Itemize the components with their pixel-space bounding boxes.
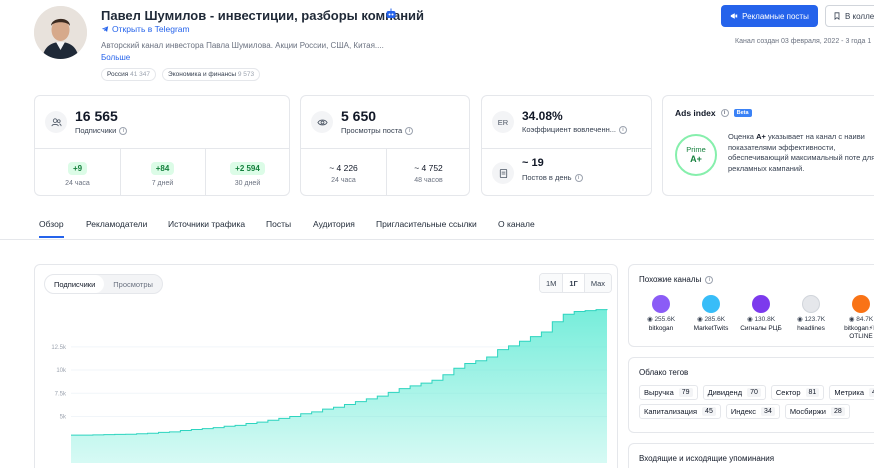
similar-channel[interactable]: ◉ 255.6K bitkogan [639, 295, 683, 341]
tab-posts[interactable]: Посты [266, 219, 291, 229]
posts-icon [492, 162, 514, 184]
ads-index-title: Ads index i Beta [675, 108, 752, 118]
beta-badge: Beta [733, 109, 752, 117]
ads-posts-button[interactable]: Рекламные посты [721, 5, 818, 27]
similar-channels-list: ◉ 255.6K bitkogan ◉ 285.6K MarketTwits ◉… [639, 295, 874, 341]
subscribers-card: 16 565 Подписчики i +9 24 часа +84 7 дней… [34, 95, 290, 196]
tab-invite-links[interactable]: Пригласительные ссылки [376, 219, 477, 229]
y-tick-label: 12.5k [51, 345, 67, 351]
posts-per-day-label: Постов в день i [522, 173, 583, 182]
channel-avatar [852, 295, 870, 313]
tab-traffic-sources[interactable]: Источники трафика [168, 219, 245, 229]
ads-index-description: Оценка A+ указывает на канал с наиви пок… [728, 132, 874, 173]
info-icon[interactable]: i [574, 173, 583, 182]
tag-item[interactable]: Индекс 34 [725, 404, 780, 419]
posts-per-day-value: ~ 19 [522, 157, 544, 169]
open-telegram-link[interactable]: Открыть в Telegram [101, 24, 190, 34]
chart-metric-toggle: Подписчики Просмотры [44, 274, 163, 294]
mentions-title: Входящие и исходящие упоминания [639, 454, 775, 463]
tag-cloud-title: Облако тегов [639, 368, 689, 377]
tag-item[interactable]: Капитализация 45 [639, 404, 721, 419]
megaphone-icon [730, 13, 738, 19]
tag-item[interactable]: Мосбиржи 28 [784, 404, 850, 419]
similar-channel[interactable]: ◉ 130.8K Сигналы РЦБ [739, 295, 783, 341]
views-label: Просмотры поста i [341, 126, 414, 135]
tag-item[interactable]: Выручка 79 [639, 385, 698, 400]
channel-avatar [652, 295, 670, 313]
tag-category[interactable]: Экономика и финансы 9 573 [162, 68, 261, 81]
info-icon[interactable]: i [405, 126, 414, 135]
views-48h: ~ 4 752 48 часов [414, 163, 443, 184]
channel-tags: Россия 41 347 Экономика и финансы 9 573 [101, 68, 261, 81]
similar-channel[interactable]: ◉ 84.7K bitkogan⚡H OTLINE [839, 295, 874, 341]
toggle-subscribers[interactable]: Подписчики [45, 275, 105, 293]
toggle-views[interactable]: Просмотры [104, 275, 162, 293]
subscribers-delta-24h: +9 24 часа [65, 162, 90, 187]
open-telegram-label: Открыть в Telegram [112, 24, 190, 34]
y-tick-label: 5k [60, 415, 67, 421]
tag-item[interactable]: Сектор 81 [770, 385, 825, 400]
tab-advertisers[interactable]: Рекламодатели [86, 219, 147, 229]
info-icon[interactable]: i [720, 109, 729, 117]
channel-avatar [802, 295, 820, 313]
tag-item[interactable]: Метрика 4 [829, 385, 874, 400]
mentions-card: Входящие и исходящие упоминания [628, 443, 874, 468]
subscribers-label: Подписчики i [75, 126, 128, 135]
channel-avatar [752, 295, 770, 313]
info-icon[interactable]: i [705, 275, 714, 284]
channel-avatar [702, 295, 720, 313]
views-24h: ~ 4 226 24 часа [329, 163, 358, 184]
channel-tabs: Обзор Рекламодатели Источники трафика По… [0, 213, 874, 240]
similar-channel[interactable]: ◉ 285.6K MarketTwits [689, 295, 733, 341]
bookmark-icon [834, 12, 840, 20]
add-to-collection-button[interactable]: В колле [825, 5, 874, 27]
subscribers-area-chart: 12.5k 10k 7.5k 5k [51, 309, 608, 463]
subscribers-chart-panel: Подписчики Просмотры 1M 1Г Max 12.5k 10k 7… [34, 264, 618, 468]
similar-channels-title: Похожие каналы i [639, 275, 714, 284]
views-card: 5 650 Просмотры поста i ~ 4 226 24 часа ~… [300, 95, 470, 196]
bot-icon [386, 8, 396, 18]
tab-overview[interactable]: Обзор [39, 219, 64, 238]
subscribers-delta-7d: +84 7 дней [150, 162, 175, 187]
eye-icon [311, 111, 333, 133]
info-icon[interactable]: i [119, 126, 128, 135]
range-max[interactable]: Max [583, 274, 611, 292]
chart-range-selector: 1M 1Г Max [538, 273, 612, 293]
tag-cloud-card: Облако тегов Выручка 79 Дивиденд 70 Сектор… [628, 357, 874, 433]
tab-audience[interactable]: Аудитория [313, 219, 355, 229]
range-1m[interactable]: 1M [539, 274, 563, 292]
similar-channel[interactable]: ◉ 123.7K headlines [789, 295, 833, 341]
info-icon[interactable]: i [619, 125, 628, 134]
er-value: 34.08% [522, 109, 563, 123]
er-label: Коэффициент вовлеченн... i [522, 125, 628, 134]
channel-created-date: Канал создан 03 февраля, 2022 - 3 года 1 [735, 38, 872, 45]
subscribers-count: 16 565 [75, 108, 118, 124]
er-card: ER 34.08% Коэффициент вовлеченн... i ~ 19… [481, 95, 652, 196]
channel-title: Павел Шумилов - инвестиции, разборы комп… [101, 8, 425, 23]
similar-channels-card: Похожие каналы i ◉ 255.6K bitkogan ◉ 285.… [628, 264, 874, 347]
tag-cloud-list: Выручка 79 Дивиденд 70 Сектор 81 Метрика 4 К… [639, 385, 874, 419]
users-icon [45, 111, 67, 133]
y-tick-label: 10k [56, 368, 67, 374]
range-1y[interactable]: 1Г [562, 274, 584, 292]
more-link[interactable]: Больше [101, 53, 130, 62]
tab-about[interactable]: О канале [498, 219, 535, 229]
subscribers-delta-30d: +2 594 30 дней [205, 158, 290, 187]
channel-avatar[interactable] [34, 6, 87, 59]
channel-header: Павел Шумилов - инвестиции, разборы комп… [0, 0, 874, 92]
er-icon: ER [492, 111, 514, 133]
tag-item[interactable]: Дивиденд 70 [702, 385, 766, 400]
views-count: 5 650 [341, 108, 377, 124]
ads-index-card: Ads index i Beta Prime A+ Оценка A+ указ… [662, 95, 874, 196]
series-area-subscribers [71, 309, 607, 463]
telegram-icon [101, 26, 109, 32]
ads-grade-badge: Prime A+ [675, 134, 717, 176]
y-tick-label: 7.5k [55, 391, 67, 397]
channel-description: Авторский канал инвестора Павла Шумилова… [101, 41, 384, 50]
tag-country[interactable]: Россия 41 347 [101, 68, 157, 81]
